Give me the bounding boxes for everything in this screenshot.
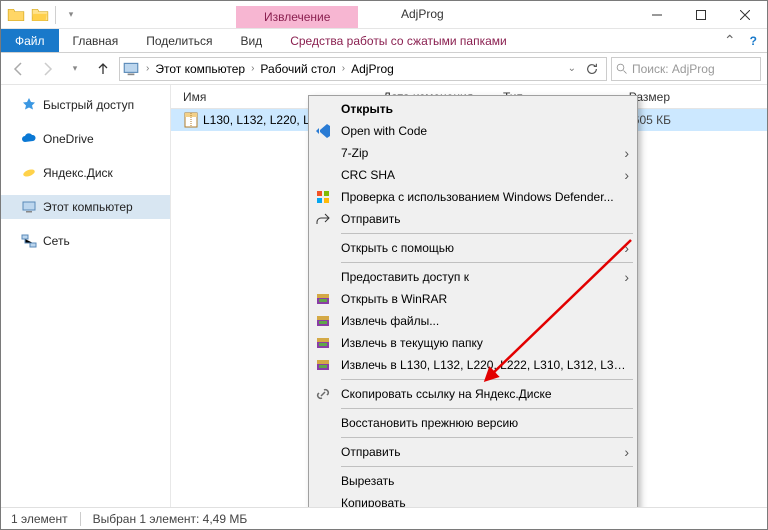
tab-compressed-tools[interactable]: Средства работы со сжатыми папками bbox=[276, 29, 521, 52]
tab-home[interactable]: Главная bbox=[59, 29, 133, 52]
menu-crc-sha[interactable]: CRC SHA bbox=[311, 164, 635, 186]
tab-view[interactable]: Вид bbox=[226, 29, 276, 52]
sidebar-item-label: Яндекс.Диск bbox=[43, 166, 113, 180]
breadcrumb-adjprog[interactable]: AdjProg bbox=[349, 58, 396, 80]
quick-access-toolbar: ▾ bbox=[1, 4, 86, 26]
context-menu: Открыть Open with Code 7-Zip CRC SHA Про… bbox=[308, 95, 638, 507]
share-icon bbox=[313, 209, 333, 229]
minimize-button[interactable] bbox=[635, 1, 679, 28]
link-icon bbox=[313, 384, 333, 404]
address-dropdown-icon[interactable]: ⌄ bbox=[564, 63, 580, 74]
address-bar[interactable]: › Этот компьютер › Рабочий стол › AdjPro… bbox=[119, 57, 607, 81]
pc-icon bbox=[122, 60, 140, 78]
winrar-icon bbox=[313, 333, 333, 353]
nav-sidebar: Быстрый доступ OneDrive Яндекс.Диск Этот… bbox=[1, 85, 171, 507]
statusbar: 1 элемент Выбран 1 элемент: 4,49 МБ bbox=[1, 507, 767, 529]
winrar-icon bbox=[313, 355, 333, 375]
zip-file-icon bbox=[183, 112, 199, 128]
nav-row: ▾ › Этот компьютер › Рабочий стол › AdjP… bbox=[1, 53, 767, 85]
menu-defender[interactable]: Проверка с использованием Windows Defend… bbox=[311, 186, 635, 208]
sidebar-item-label: Быстрый доступ bbox=[43, 98, 134, 112]
help-icon[interactable]: ? bbox=[750, 34, 757, 48]
menu-cut[interactable]: Вырезать bbox=[311, 470, 635, 492]
breadcrumb-desktop[interactable]: Рабочий стол bbox=[258, 58, 337, 80]
search-icon bbox=[616, 63, 628, 75]
menu-extract-to[interactable]: Извлечь в L130, L132, L220, L222, L310, … bbox=[311, 354, 635, 376]
menu-7zip[interactable]: 7-Zip bbox=[311, 142, 635, 164]
status-item-count: 1 элемент bbox=[11, 512, 68, 526]
cloud-icon bbox=[21, 131, 37, 147]
refresh-button[interactable] bbox=[580, 62, 604, 76]
breadcrumb-thispc[interactable]: Этот компьютер bbox=[153, 58, 247, 80]
recent-dropdown-icon[interactable]: ▾ bbox=[63, 57, 87, 81]
sidebar-item-onedrive[interactable]: OneDrive bbox=[1, 127, 170, 151]
winrar-icon bbox=[313, 311, 333, 331]
sidebar-item-yandex[interactable]: Яндекс.Диск bbox=[1, 161, 170, 185]
defender-icon bbox=[313, 187, 333, 207]
search-placeholder: Поиск: AdjProg bbox=[632, 62, 715, 76]
contextual-tab-extract[interactable]: Извлечение bbox=[236, 6, 358, 28]
menu-open-with-code[interactable]: Open with Code bbox=[311, 120, 635, 142]
network-icon bbox=[21, 233, 37, 249]
tab-file[interactable]: Файл bbox=[1, 29, 59, 52]
star-icon bbox=[21, 97, 37, 113]
up-button[interactable] bbox=[91, 57, 115, 81]
file-list-area: Имя Дата изменения Тип Размер L130, L132… bbox=[171, 85, 767, 507]
content-area: Быстрый доступ OneDrive Яндекс.Диск Этот… bbox=[1, 85, 767, 507]
menu-sendto-2[interactable]: Отправить bbox=[311, 441, 635, 463]
menu-yandex-copy-link[interactable]: Скопировать ссылку на Яндекс.Диске bbox=[311, 383, 635, 405]
menu-restore-previous[interactable]: Восстановить прежнюю версию bbox=[311, 412, 635, 434]
qat-dropdown-icon[interactable]: ▾ bbox=[60, 4, 82, 26]
sidebar-item-label: Этот компьютер bbox=[43, 200, 133, 214]
search-input[interactable]: Поиск: AdjProg bbox=[611, 57, 761, 81]
status-selection: Выбран 1 элемент: 4,49 МБ bbox=[93, 512, 248, 526]
sidebar-item-label: Сеть bbox=[43, 234, 70, 248]
sidebar-item-quick[interactable]: Быстрый доступ bbox=[1, 93, 170, 117]
forward-button[interactable] bbox=[35, 57, 59, 81]
menu-extract-here[interactable]: Извлечь в текущую папку bbox=[311, 332, 635, 354]
pc-icon bbox=[21, 199, 37, 215]
menu-extract-files[interactable]: Извлечь файлы... bbox=[311, 310, 635, 332]
menu-open-winrar[interactable]: Открыть в WinRAR bbox=[311, 288, 635, 310]
menu-open[interactable]: Открыть bbox=[311, 98, 635, 120]
ribbon-collapse-icon[interactable]: ⌃ bbox=[724, 32, 736, 49]
close-button[interactable] bbox=[723, 1, 767, 28]
menu-give-access[interactable]: Предоставить доступ к bbox=[311, 266, 635, 288]
menu-open-with[interactable]: Открыть с помощью bbox=[311, 237, 635, 259]
yandex-disk-icon bbox=[21, 165, 37, 181]
menu-copy[interactable]: Копировать bbox=[311, 492, 635, 507]
sidebar-item-label: OneDrive bbox=[43, 132, 94, 146]
folder-open-icon[interactable] bbox=[29, 4, 51, 26]
folder-icon bbox=[5, 4, 27, 26]
sidebar-item-network[interactable]: Сеть bbox=[1, 229, 170, 253]
tab-share[interactable]: Поделиться bbox=[132, 29, 226, 52]
vscode-icon bbox=[313, 121, 333, 141]
winrar-icon bbox=[313, 289, 333, 309]
menu-sendto-1[interactable]: Отправить bbox=[311, 208, 635, 230]
back-button[interactable] bbox=[7, 57, 31, 81]
sidebar-item-thispc[interactable]: Этот компьютер bbox=[1, 195, 170, 219]
maximize-button[interactable] bbox=[679, 1, 723, 28]
titlebar: ▾ Извлечение AdjProg bbox=[1, 1, 767, 29]
ribbon-tabs: Файл Главная Поделиться Вид Средства раб… bbox=[1, 29, 767, 53]
window-title: AdjProg bbox=[401, 7, 444, 21]
